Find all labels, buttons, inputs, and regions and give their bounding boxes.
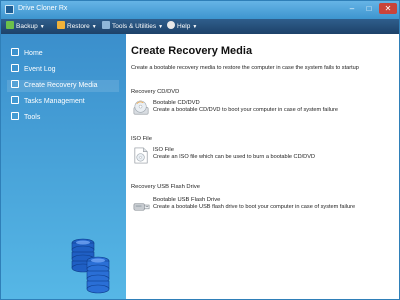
toolbar-tools-label: Tools & Utilities — [112, 23, 157, 30]
sidebar-item-home[interactable]: Home — [11, 48, 43, 60]
option-title: ISO File — [153, 147, 174, 153]
section-heading-iso-file: ISO File — [131, 136, 152, 142]
page-description: Create a bootable recovery media to rest… — [131, 65, 359, 71]
database-stack-icon — [71, 238, 110, 294]
sidebar-item-label: Home — [24, 50, 43, 57]
restore-icon — [57, 21, 65, 29]
event-log-icon — [11, 64, 19, 72]
sidebar-item-tasks-management[interactable]: Tasks Management — [11, 96, 85, 108]
option-title: Bootable CD/DVD — [153, 100, 200, 106]
menu-toolbar: Backup ▼ Restore ▼ Tools & Utilities ▼ Help… — [1, 19, 399, 34]
close-button[interactable]: ✕ — [379, 3, 397, 14]
option-bootable-cd-dvd[interactable]: Bootable CD/DVD Create a bootable CD/DVD… — [132, 99, 392, 119]
tools-icon — [102, 21, 110, 29]
home-icon — [11, 48, 19, 56]
cd-dvd-icon — [133, 100, 149, 115]
chevron-down-icon: ▼ — [39, 24, 45, 30]
toolbar-help-label: Help — [177, 23, 191, 30]
chevron-down-icon: ▼ — [91, 24, 97, 30]
tasks-icon — [11, 96, 19, 104]
sidebar-item-event-log[interactable]: Event Log — [11, 64, 56, 76]
sidebar-item-label: Tasks Management — [24, 98, 85, 105]
option-description: Create a bootable USB flash drive to boo… — [153, 204, 356, 210]
chevron-down-icon: ▼ — [158, 24, 164, 30]
section-heading-cd-dvd: Recovery CD/DVD — [131, 89, 180, 95]
tools-icon — [11, 112, 19, 120]
backup-icon — [6, 21, 14, 29]
app-logo-icon — [5, 5, 14, 14]
sidebar-item-create-recovery-media[interactable]: Create Recovery Media — [7, 80, 119, 92]
app-window: Drive Cloner Rx – □ ✕ Backup ▼ Restore ▼ T… — [0, 0, 400, 300]
minimize-button[interactable]: – — [344, 3, 360, 14]
sidebar-item-label: Tools — [24, 114, 41, 121]
title-bar[interactable]: Drive Cloner Rx – □ ✕ — [1, 1, 399, 19]
usb-drive-icon — [133, 203, 150, 211]
option-bootable-usb[interactable]: Bootable USB Flash Drive Create a bootab… — [132, 196, 392, 216]
chevron-down-icon: ▼ — [192, 24, 198, 30]
page-title: Create Recovery Media — [131, 45, 253, 57]
toolbar-restore-menu[interactable]: Restore ▼ — [57, 21, 97, 32]
option-title: Bootable USB Flash Drive — [153, 197, 221, 203]
section-heading-usb: Recovery USB Flash Drive — [131, 184, 200, 190]
iso-file-icon — [134, 147, 148, 164]
toolbar-tools-menu[interactable]: Tools & Utilities ▼ — [102, 21, 163, 32]
window-title: Drive Cloner Rx — [18, 5, 68, 12]
toolbar-backup-menu[interactable]: Backup ▼ — [6, 21, 45, 32]
main-panel: Create Recovery Media Create a bootable … — [126, 34, 399, 299]
option-description: Create an ISO file which can be used to … — [153, 154, 315, 160]
maximize-button[interactable]: □ — [361, 3, 377, 14]
option-iso-file[interactable]: ISO File Create an ISO file which can be… — [132, 146, 392, 166]
sidebar: Home Event Log Create Recovery Media Tas… — [1, 34, 126, 299]
recovery-media-icon — [11, 80, 19, 88]
help-icon — [167, 21, 175, 29]
toolbar-restore-label: Restore — [67, 23, 90, 30]
toolbar-help-menu[interactable]: Help ▼ — [167, 21, 197, 32]
option-description: Create a bootable CD/DVD to boot your co… — [153, 107, 338, 113]
sidebar-item-tools[interactable]: Tools — [11, 112, 40, 124]
toolbar-backup-label: Backup — [16, 23, 38, 30]
sidebar-item-label: Event Log — [24, 66, 56, 73]
sidebar-item-label: Create Recovery Media — [24, 82, 98, 89]
